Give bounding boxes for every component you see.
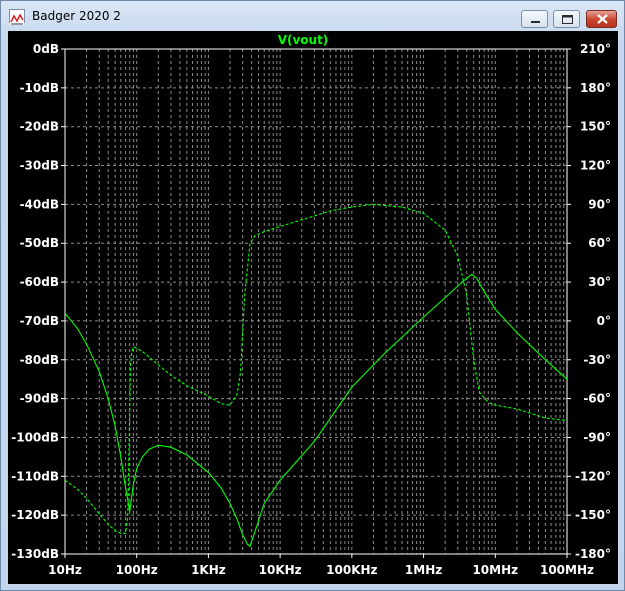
- x-tick-label[interactable]: 100MHz: [540, 563, 594, 577]
- left-y-tick-label[interactable]: -100dB: [11, 430, 59, 444]
- maximize-button[interactable]: [553, 10, 580, 28]
- right-y-tick-label[interactable]: 30°: [588, 275, 611, 289]
- x-tick-label[interactable]: 10Hz: [48, 563, 82, 577]
- left-y-tick-label[interactable]: -80dB: [20, 353, 59, 367]
- left-y-tick-label[interactable]: -60dB: [20, 275, 59, 289]
- left-y-tick-label[interactable]: -20dB: [20, 120, 59, 134]
- right-y-tick-label[interactable]: -150°: [575, 508, 611, 522]
- x-tick-label[interactable]: 1KHz: [191, 563, 226, 577]
- left-y-axis[interactable]: 0dB -10dB -20dB -30dB -40dB -50dB -60dB -70dB -8…: [11, 42, 65, 561]
- x-tick-label[interactable]: 100Hz: [116, 563, 158, 577]
- x-tick-label[interactable]: 100KHz: [326, 563, 377, 577]
- right-y-tick-label[interactable]: -180°: [575, 547, 611, 561]
- right-y-tick-label[interactable]: -90°: [583, 430, 611, 444]
- left-y-tick-label[interactable]: -120dB: [11, 508, 59, 522]
- right-y-tick-label[interactable]: 210°: [580, 42, 611, 56]
- close-icon: [597, 14, 608, 24]
- right-y-tick-label[interactable]: 120°: [580, 159, 611, 173]
- x-axis[interactable]: 10Hz 100Hz 1KHz 10KHz 100KHz 1MHz 10MHz 100MHz: [48, 554, 594, 577]
- close-button[interactable]: [586, 10, 617, 28]
- window-title: Badger 2020 2: [32, 9, 121, 23]
- left-y-tick-label[interactable]: -70dB: [20, 314, 59, 328]
- left-y-tick-label[interactable]: -130dB: [11, 547, 59, 561]
- minimize-icon: [531, 21, 540, 23]
- grid: [64, 48, 568, 555]
- left-y-tick-label[interactable]: 0dB: [33, 42, 59, 56]
- left-y-tick-label[interactable]: -40dB: [20, 197, 59, 211]
- right-y-tick-label[interactable]: 60°: [588, 236, 611, 250]
- left-y-tick-label[interactable]: -10dB: [20, 81, 59, 95]
- title-bar[interactable]: Badger 2020 2: [1, 1, 624, 31]
- right-y-tick-label[interactable]: 180°: [580, 81, 611, 95]
- app-window: Badger 2020 2 V(vout) 10Hz 100Hz 1KHz 10KHz…: [0, 0, 625, 591]
- x-tick-label[interactable]: 10MHz: [472, 563, 518, 577]
- right-y-tick-label[interactable]: -30°: [583, 353, 611, 367]
- bode-plot[interactable]: V(vout) 10Hz 100Hz 1KHz 10KHz 100KHz 1MHz 10MH…: [8, 31, 618, 584]
- right-y-tick-label[interactable]: 0°: [597, 314, 611, 328]
- minimize-button[interactable]: [521, 10, 548, 28]
- waveform-plot-pane[interactable]: V(vout) 10Hz 100Hz 1KHz 10KHz 100KHz 1MHz 10MH…: [8, 31, 618, 584]
- left-y-tick-label[interactable]: -90dB: [20, 392, 59, 406]
- right-y-tick-label[interactable]: 90°: [588, 197, 611, 211]
- right-y-tick-label[interactable]: 150°: [580, 120, 611, 134]
- right-y-tick-label[interactable]: -60°: [583, 392, 611, 406]
- waveform-app-icon[interactable]: [9, 9, 25, 25]
- right-y-tick-label[interactable]: -120°: [575, 469, 611, 483]
- maximize-icon: [562, 15, 573, 24]
- left-y-tick-label[interactable]: -50dB: [20, 236, 59, 250]
- x-tick-label[interactable]: 1MHz: [405, 563, 442, 577]
- left-y-tick-label[interactable]: -30dB: [20, 159, 59, 173]
- left-y-tick-label[interactable]: -110dB: [11, 469, 59, 483]
- chart-title[interactable]: V(vout): [278, 33, 329, 47]
- right-y-axis[interactable]: 210° 180° 150° 120° 90° 60° 30° 0° -30° -60° -90° -…: [567, 42, 611, 561]
- x-tick-label[interactable]: 10KHz: [259, 563, 302, 577]
